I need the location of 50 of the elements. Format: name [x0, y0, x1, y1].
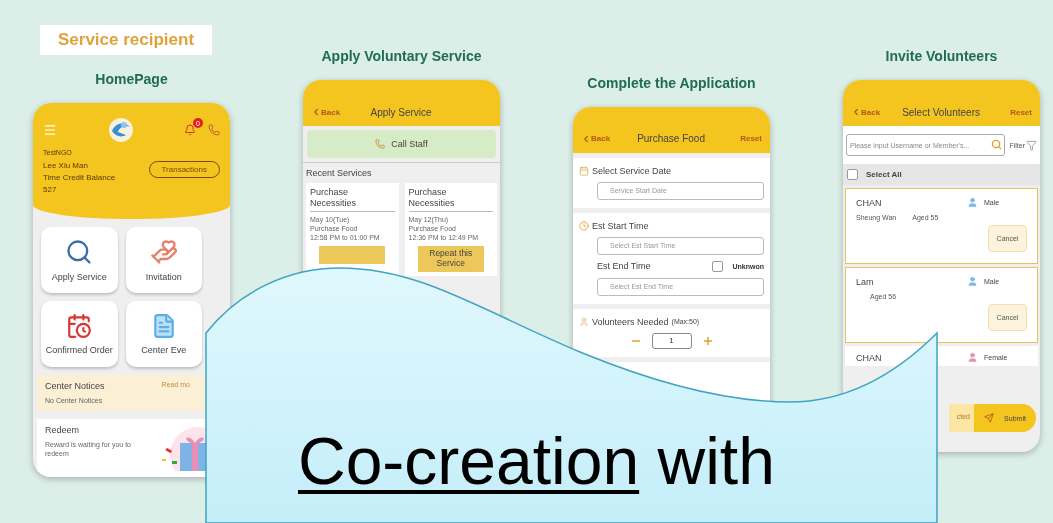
card-title: Redeem: [45, 425, 81, 436]
phone-icon: [375, 139, 386, 149]
search-icon[interactable]: [991, 139, 1003, 150]
phone-icon[interactable]: [208, 124, 220, 136]
user-name: Lee Xiu Man: [43, 161, 89, 170]
volunteer-name: Lam: [856, 276, 874, 287]
screen-heading: HomePage: [94, 71, 169, 89]
screen-title: Select Volunteers: [902, 106, 980, 118]
menu-icon[interactable]: [43, 123, 57, 137]
screen-title: Apply Service: [370, 106, 432, 118]
screen-heading: Complete the Application: [586, 75, 757, 93]
screen-heading: Invite Volunteers: [884, 48, 999, 66]
calendar-icon: [579, 165, 589, 176]
plus-icon[interactable]: [701, 334, 714, 347]
clock-icon: [579, 220, 589, 231]
chevron-left-icon: [581, 133, 591, 144]
person-icon: [579, 316, 589, 327]
balance-label: Time Credit Balance: [43, 173, 116, 182]
repeat-button[interactable]: Repeat this Service: [417, 245, 484, 272]
magnifier-icon: [65, 238, 94, 266]
chevron-left-icon: [851, 107, 861, 117]
checkbox[interactable]: [847, 169, 858, 180]
balance-value: 527: [43, 185, 58, 194]
checkbox[interactable]: [711, 260, 723, 272]
calendar-clock-icon: [66, 313, 93, 339]
card-title: Center Notices: [45, 381, 105, 391]
menu-tile[interactable]: Apply Service: [41, 227, 118, 293]
field-label: Est Start Time: [579, 220, 764, 231]
service-name: Purchase Necessities: [408, 187, 493, 212]
menu-tile[interactable]: Center Eve: [125, 301, 202, 367]
volunteer-name: CHAN: [856, 352, 882, 363]
service-name: Purchase Necessities: [310, 187, 395, 212]
count-field[interactable]: 1: [651, 332, 692, 349]
banner-heading: Co-creation with: [298, 428, 775, 494]
logo-icon: [107, 117, 134, 143]
repeat-button[interactable]: [319, 245, 386, 264]
send-icon: [984, 413, 995, 423]
slide-label: Service recipient: [40, 25, 213, 55]
screen-title: Purchase Food: [637, 133, 705, 145]
screen-heading: Apply Voluntary Service: [320, 48, 483, 66]
call-staff-button[interactable]: Call Staff: [307, 130, 496, 158]
field-label: Est End Time: [597, 261, 651, 272]
bell-icon[interactable]: [184, 124, 196, 136]
field-label: Select Service Date: [579, 165, 764, 176]
select-all-label: Select All: [866, 170, 902, 179]
volunteer-name: CHAN: [856, 197, 882, 208]
hands-heart-icon: [149, 238, 178, 266]
chevron-left-icon: [311, 107, 321, 117]
menu-tile[interactable]: Confirmed Order: [41, 301, 118, 367]
menu-tile[interactable]: Invitation: [125, 227, 202, 293]
